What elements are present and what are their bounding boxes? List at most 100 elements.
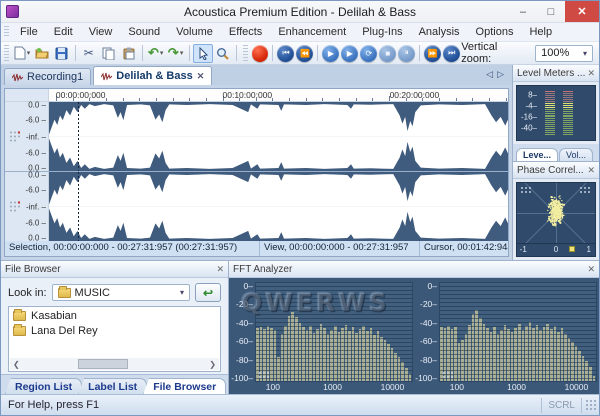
chevron-down-icon: ▾ [578, 49, 592, 58]
paste-icon [123, 47, 135, 60]
selection-status: Selection, 00:00:00:000 - 00:27:31:957 (… [5, 241, 260, 256]
tab-scroll-arrows[interactable]: ◁▷ [486, 69, 508, 80]
menu-item-analysis[interactable]: Analysis [411, 23, 468, 41]
fft-y-label: -60– [420, 336, 437, 346]
paste-button[interactable] [119, 44, 139, 63]
scroll-left-icon[interactable]: ❮ [10, 360, 23, 369]
new-file-button[interactable]: ▾ [12, 44, 32, 63]
tab-recording1[interactable]: Recording1 [4, 68, 91, 85]
fft-analyzer-title-bar[interactable]: FFT Analyzer ✕ [229, 261, 599, 278]
horizontal-scrollbar[interactable]: ❮❯ [10, 358, 219, 370]
panel-tab-file-browser[interactable]: File Browser [143, 378, 226, 394]
meters-tab-leve[interactable]: Leve... [516, 148, 558, 161]
vertical-zoom-value: 100% [541, 47, 578, 59]
tab-delilah-bass[interactable]: Delilah & Bass✕ [93, 66, 212, 85]
fft-bar [536, 325, 539, 381]
up-one-level-button[interactable]: ↩ [195, 283, 221, 302]
go-to-start-button[interactable]: ⏮ [277, 45, 294, 62]
zoom-tool-button[interactable] [213, 44, 233, 63]
cut-button[interactable]: ✂ [79, 44, 99, 63]
scroll-right-icon[interactable]: ❯ [206, 360, 219, 369]
close-icon[interactable]: ✕ [587, 68, 595, 79]
fft-x-label: 1000 [323, 382, 342, 392]
channel-grip-icon[interactable] [9, 130, 20, 143]
close-icon[interactable]: ✕ [216, 264, 224, 275]
timeline-label: 00:00:00:000 [56, 90, 106, 100]
fft-y-label: -60– [236, 336, 253, 346]
ruler-tick [289, 98, 290, 101]
panel-tab-label-list[interactable]: Label List [78, 378, 147, 394]
rewind-button[interactable]: ⏪ [296, 45, 313, 62]
folder-list[interactable]: KasabianLana Del Rey❮❯ [8, 306, 221, 372]
db-scale-left: 0.0 –-6.0 –-inf. –-6.0 –0.0 – [5, 102, 49, 171]
resize-grip-icon[interactable] [585, 399, 597, 411]
ruler-tick [456, 98, 457, 101]
level-meters-title-bar[interactable]: Level Meters ... ✕ [513, 65, 599, 82]
db-label: -6.0 – [26, 149, 46, 158]
maximize-button[interactable]: □ [537, 1, 565, 22]
panel-tab-region-list[interactable]: Region List [5, 378, 82, 394]
menu-item-options[interactable]: Options [468, 23, 522, 41]
pause-button[interactable]: ⏸ [398, 45, 415, 62]
fast-forward-button[interactable]: ⏩ [424, 45, 441, 62]
play-selection-button[interactable]: ▶ [341, 45, 358, 62]
menu-item-edit[interactable]: Edit [46, 23, 81, 41]
timeline-gutter [5, 89, 49, 101]
folder-item-kasabian[interactable]: Kasabian [13, 310, 216, 322]
waveform-channel-right[interactable]: 0.0 –-6.0 –-inf. –-6.0 –0.0 – [5, 172, 508, 241]
channel-grip-icon[interactable] [9, 200, 20, 213]
vertical-zoom-select[interactable]: 100% ▾ [535, 45, 593, 62]
close-icon[interactable]: ✕ [197, 71, 205, 82]
db-label: -6.0 – [26, 115, 46, 124]
close-icon[interactable]: ✕ [587, 165, 595, 176]
save-button[interactable] [52, 44, 72, 63]
go-to-end-button[interactable]: ⏭ [443, 45, 460, 62]
menu-item-enhancement[interactable]: Enhancement [270, 23, 354, 41]
ruler-tick [189, 98, 190, 101]
waveform-channel-left[interactable]: 0.0 –-6.0 –-inf. –-6.0 –0.0 – [5, 102, 508, 172]
copy-icon [102, 47, 115, 60]
menu-item-view[interactable]: View [81, 23, 121, 41]
db-scale-right: 0.0 –-6.0 –-inf. –-6.0 –0.0 – [5, 172, 49, 241]
menu-item-effects[interactable]: Effects [221, 23, 270, 41]
phase-correlation-title-bar[interactable]: Phase Correl... ✕ [513, 162, 599, 179]
close-icon[interactable]: ✕ [587, 264, 595, 275]
menu-item-file[interactable]: File [12, 23, 46, 41]
fft-bar [391, 348, 394, 381]
close-button[interactable]: ✕ [565, 1, 599, 22]
fft-bar [313, 333, 316, 381]
menu-item-sound[interactable]: Sound [120, 23, 168, 41]
copy-button[interactable] [99, 44, 119, 63]
meters-tab-vol[interactable]: Vol... [559, 148, 593, 161]
look-in-select[interactable]: MUSIC ▾ [52, 284, 190, 301]
menu-item-plug-ins[interactable]: Plug-Ins [354, 23, 410, 41]
timeline-ruler[interactable]: 00:00:00:00000:10:00:00000:20:00:000 [5, 89, 508, 102]
fft-bar [398, 357, 401, 381]
file-browser-title-bar[interactable]: File Browser ✕ [1, 261, 228, 278]
look-in-label: Look in: [8, 287, 47, 299]
select-tool-button[interactable] [193, 44, 213, 63]
fft-bar [299, 323, 302, 381]
folder-name: Lana Del Rey [31, 325, 98, 337]
fft-bar [306, 330, 309, 381]
redo-button[interactable]: ↷▾ [166, 44, 186, 63]
stop-button[interactable]: ■ [379, 45, 396, 62]
folder-item-lana-del-rey[interactable]: Lana Del Rey [13, 325, 216, 337]
menu-item-volume[interactable]: Volume [168, 23, 221, 41]
menu-item-help[interactable]: Help [521, 23, 560, 41]
fft-bar [334, 326, 337, 381]
fft-x-label: 10000 [381, 382, 405, 392]
scrollbar-thumb[interactable] [78, 359, 128, 369]
minimize-button[interactable]: – [509, 1, 537, 22]
ruler-tick [106, 98, 107, 101]
fft-bar [546, 324, 549, 381]
fft-bar [338, 332, 341, 381]
loop-play-button[interactable]: ⟳ [360, 45, 377, 62]
scrl-indicator: SCRL [541, 398, 582, 413]
ruler-tick [272, 98, 273, 101]
record-button[interactable] [252, 45, 269, 62]
open-file-button[interactable] [32, 44, 52, 63]
undo-button[interactable]: ↶▾ [146, 44, 166, 63]
grip-dots-icon [442, 371, 454, 380]
play-button[interactable]: ▶ [322, 45, 339, 62]
